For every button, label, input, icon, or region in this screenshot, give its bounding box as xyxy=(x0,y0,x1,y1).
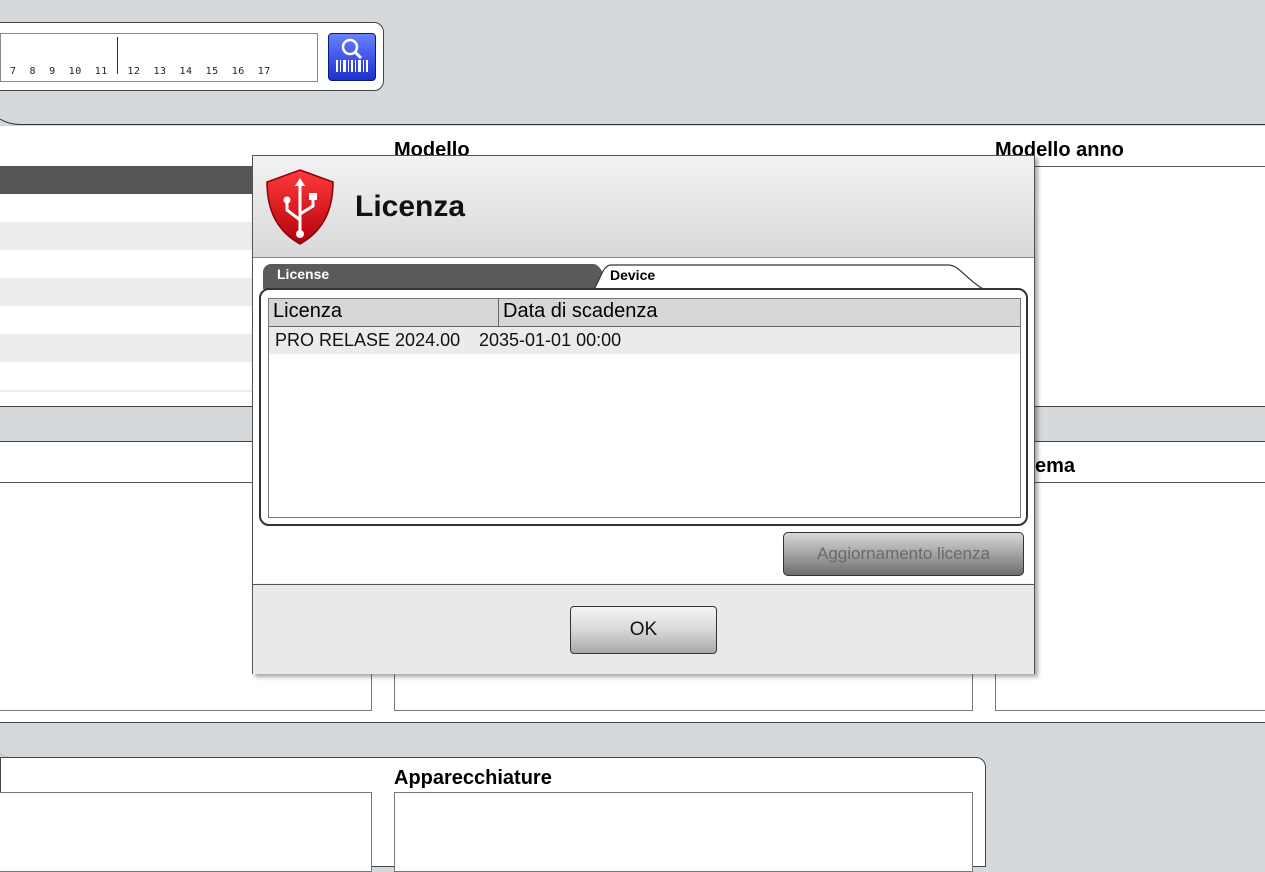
list-item[interactable] xyxy=(0,362,252,390)
equipment-section-header xyxy=(0,722,1265,758)
tab-license[interactable]: License xyxy=(263,264,593,289)
cell-scadenza: 2035-01-01 00:00 xyxy=(479,330,622,350)
license-grid: Licenza Data di scadenza PRO RELASE 2024… xyxy=(268,298,1021,518)
divider xyxy=(1035,482,1265,483)
apparecchiature-header: Apparecchiature xyxy=(394,767,552,789)
table-row[interactable]: PRO RELASE 2024.00 2035-01-01 00:00 xyxy=(269,327,1020,354)
list-item[interactable] xyxy=(0,334,252,362)
barcode-search-button[interactable] xyxy=(328,33,376,81)
divider xyxy=(0,482,252,483)
license-tab-panel: Licenza Data di scadenza PRO RELASE 2024… xyxy=(259,288,1028,526)
list-box-right[interactable] xyxy=(995,600,1265,711)
usb-shield-icon xyxy=(263,168,337,246)
equipment-list-left[interactable] xyxy=(0,792,372,872)
barcode-search-icon xyxy=(336,38,368,72)
cell-licenza: PRO RELASE 2024.00 xyxy=(275,330,461,350)
grid-header: Licenza Data di scadenza xyxy=(269,299,1020,327)
update-license-button[interactable]: Aggiornamento licenza xyxy=(783,532,1024,576)
list-bottom xyxy=(0,390,252,392)
list-item[interactable] xyxy=(0,222,252,250)
column-header-licenza[interactable]: Licenza xyxy=(269,299,499,326)
column-header-data-scadenza[interactable]: Data di scadenza xyxy=(499,299,1020,326)
sistema-header: ema xyxy=(1035,455,1076,477)
brand-list-selected-row[interactable] xyxy=(0,166,252,194)
ok-button[interactable]: OK xyxy=(570,606,717,654)
dialog-footer: OK xyxy=(253,584,1034,674)
tab-device[interactable]: Device xyxy=(593,264,983,289)
divider xyxy=(1035,166,1265,167)
equipment-list-center[interactable] xyxy=(394,792,973,872)
vin-position-scale: 7 8 9 10 11 12 13 14 15 16 17 xyxy=(10,66,271,77)
list-item[interactable] xyxy=(0,306,252,334)
dialog-title: Licenza xyxy=(355,190,466,223)
tab-device-label: Device xyxy=(610,267,656,283)
list-item[interactable] xyxy=(0,194,252,222)
list-item[interactable] xyxy=(0,250,252,278)
list-item[interactable] xyxy=(0,278,252,306)
license-dialog: Licenza License Device Licenza Data di s… xyxy=(252,155,1035,674)
